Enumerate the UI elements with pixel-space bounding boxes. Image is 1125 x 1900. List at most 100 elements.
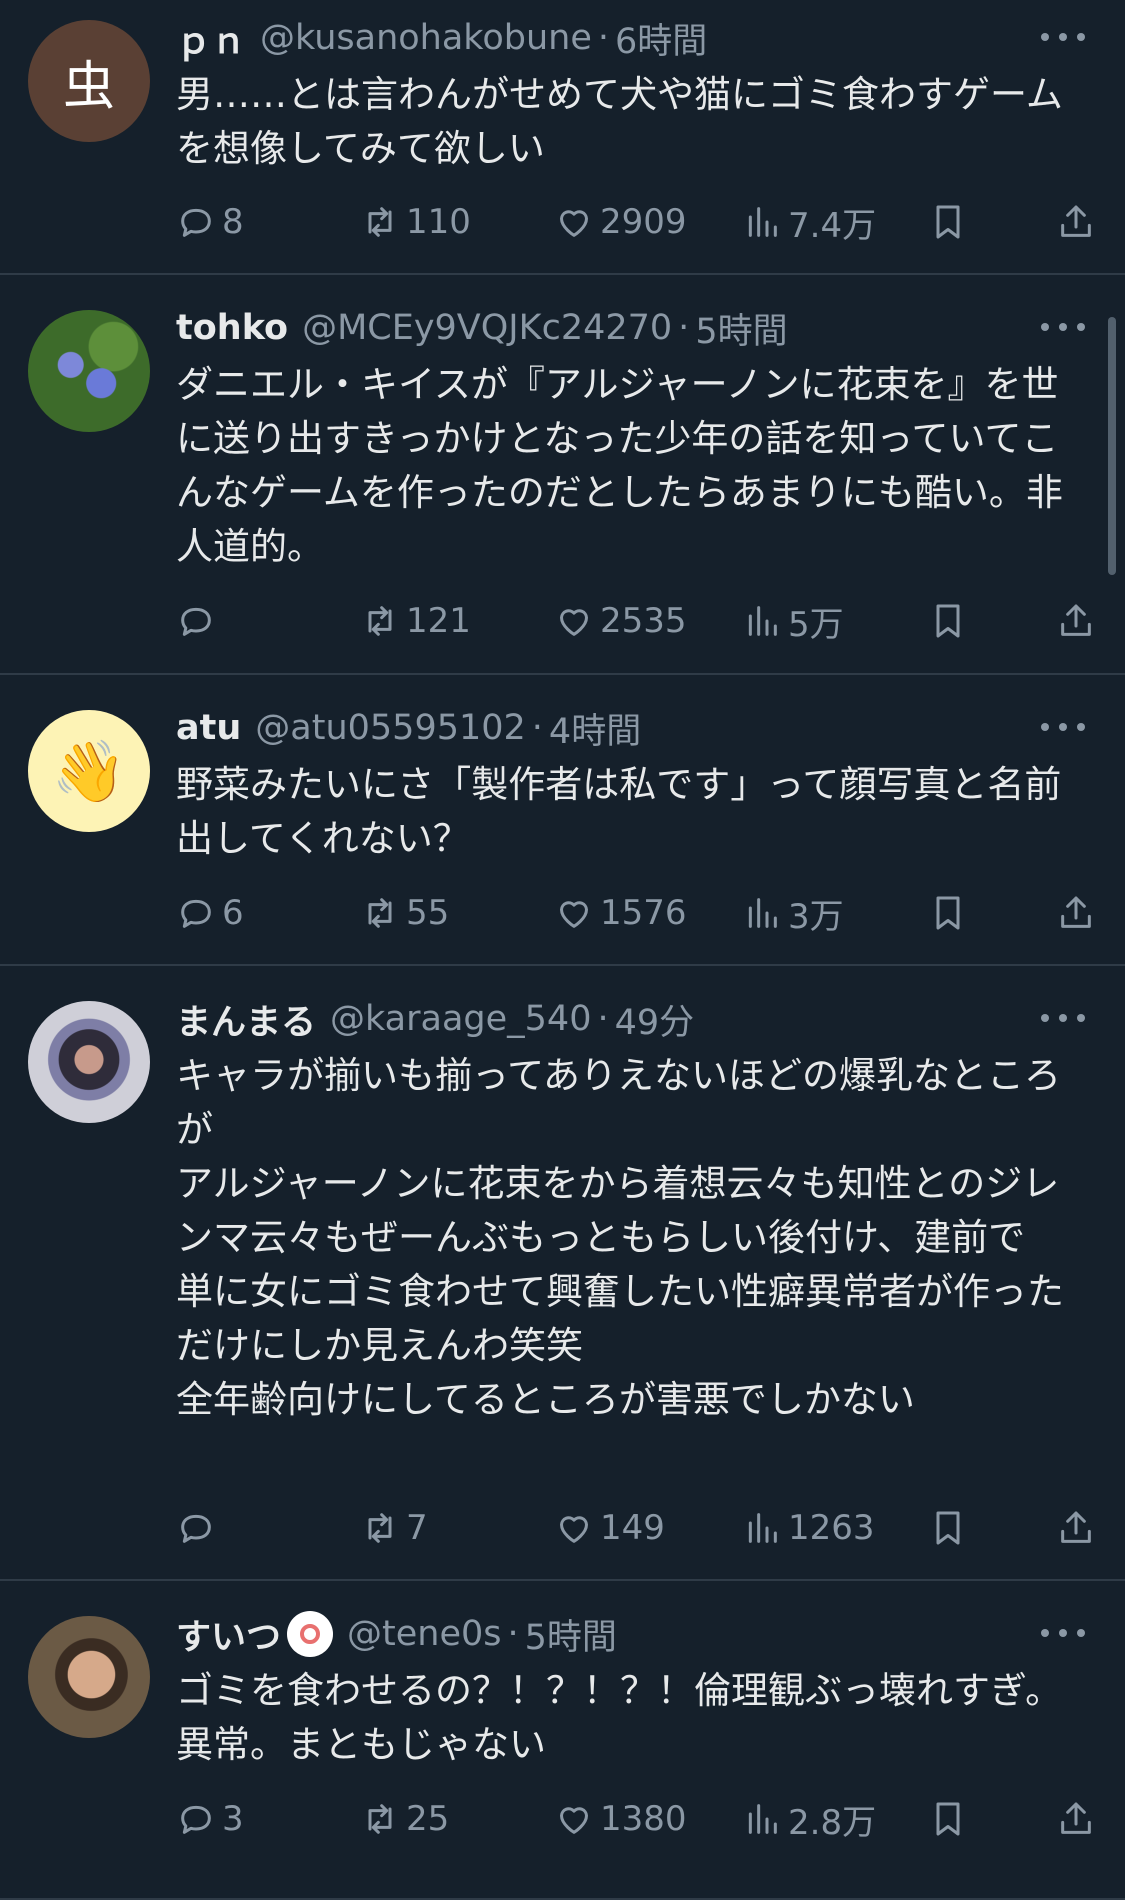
display-name[interactable]: tohko [176, 308, 288, 348]
tweet-header: tohko @MCEy9VQJKc24270 · 5時間 [176, 302, 1095, 354]
bookmark-icon [936, 896, 960, 930]
avatar[interactable] [28, 310, 150, 432]
views-button[interactable]: 7.4万 [742, 197, 876, 247]
timestamp[interactable]: 5時間 [695, 303, 787, 354]
views-icon [748, 606, 777, 636]
tweet-text: ゴミを食わせるの？！？！？！倫理観ぶっ壊れすぎ。異常。まともじゃない [176, 1669, 1063, 1766]
avatar[interactable] [28, 1616, 150, 1738]
user-handle[interactable]: @atu05595102 [255, 708, 526, 748]
bookmark-button[interactable] [928, 1503, 974, 1553]
avatar[interactable]: 虫 [28, 20, 150, 142]
display-name[interactable]: すいつ [176, 1609, 281, 1660]
reply-button[interactable]: 8 [176, 197, 244, 247]
display-name[interactable]: ｐｎ [176, 13, 246, 64]
separator: · [678, 308, 690, 348]
reply-button[interactable] [176, 596, 222, 646]
more-icon[interactable] [1041, 22, 1085, 52]
more-icon[interactable] [1041, 1003, 1085, 1033]
tweet-text: 男……とは言わんがせめて犬や猫にゴミ食わすゲームを想像してみて欲しい [176, 73, 1063, 170]
tweet-text: キャラが揃いも揃ってありえないほどの爆乳なところが アルジャーノンに花束をから着… [176, 1054, 1064, 1421]
timestamp[interactable]: 5時間 [525, 1609, 617, 1660]
repost-icon [368, 898, 392, 928]
views-button[interactable]: 5万 [742, 596, 844, 646]
share-icon [1061, 1802, 1091, 1834]
share-button[interactable] [1056, 197, 1102, 247]
tweet-actions: 121 2535 5万 [176, 596, 1096, 646]
share-button[interactable] [1056, 1794, 1102, 1844]
more-icon[interactable] [1041, 712, 1085, 742]
avatar[interactable] [28, 1001, 150, 1123]
repost-button[interactable]: 55 [360, 888, 449, 938]
share-button[interactable] [1056, 596, 1102, 646]
bookmark-button[interactable] [928, 197, 974, 247]
like-button[interactable]: 1380 [554, 1794, 687, 1844]
heart-icon [560, 210, 588, 237]
repost-icon [368, 207, 392, 237]
repost-button[interactable]: 110 [360, 197, 471, 247]
reply-icon [181, 607, 211, 636]
views-count: 2.8万 [788, 1802, 877, 1843]
heart-icon [560, 1516, 588, 1543]
tweet-header: すいつ @tene0s · 5時間 [176, 1608, 1095, 1660]
separator: · [597, 999, 609, 1039]
avatar-glyph: 👋 [51, 736, 127, 807]
more-icon[interactable] [1041, 312, 1085, 342]
tweet-header: atu @atu05595102 · 4時間 [176, 702, 1095, 754]
display-name[interactable]: まんまる [176, 994, 316, 1045]
user-handle[interactable]: @kusanohakobune [260, 18, 592, 58]
tweet[interactable]: まんまる @karaage_540 · 49分 キャラが揃いも揃ってありえないほ… [0, 966, 1125, 1581]
reply-button[interactable] [176, 1503, 222, 1553]
like-count: 1576 [600, 893, 687, 933]
repost-count: 7 [406, 1508, 428, 1548]
like-button[interactable]: 149 [554, 1503, 665, 1553]
views-count: 7.4万 [788, 205, 877, 246]
user-handle[interactable]: @MCEy9VQJKc24270 [302, 308, 672, 348]
timestamp[interactable]: 6時間 [615, 13, 707, 64]
reply-count: 3 [222, 1799, 244, 1839]
scrollbar[interactable] [1108, 317, 1116, 575]
repost-count: 110 [406, 202, 471, 242]
user-handle[interactable]: @karaage_540 [330, 999, 591, 1039]
tweet-header: まんまる @karaage_540 · 49分 [176, 993, 1095, 1045]
timestamp[interactable]: 4時間 [549, 703, 641, 754]
repost-button[interactable]: 7 [360, 1503, 428, 1553]
repost-button[interactable]: 121 [360, 596, 471, 646]
reply-button[interactable]: 6 [176, 888, 244, 938]
timestamp[interactable]: 49分 [615, 994, 695, 1045]
views-button[interactable]: 2.8万 [742, 1794, 876, 1844]
views-icon [748, 1513, 777, 1543]
bookmark-icon [936, 1511, 960, 1545]
reply-icon [181, 1805, 211, 1834]
views-icon [748, 1804, 777, 1834]
views-count: 1263 [788, 1508, 875, 1548]
views-button[interactable]: 3万 [742, 888, 844, 938]
bookmark-button[interactable] [928, 596, 974, 646]
more-icon[interactable] [1041, 1618, 1085, 1648]
like-button[interactable]: 2909 [554, 197, 687, 247]
tweet[interactable]: tohko @MCEy9VQJKc24270 · 5時間 ダニエル・キイスが『ア… [0, 275, 1125, 675]
tweet[interactable]: すいつ @tene0s · 5時間 ゴミを食わせるの？！？！？！倫理観ぶっ壊れす… [0, 1581, 1125, 1900]
display-name[interactable]: atu [176, 708, 241, 748]
avatar[interactable]: 👋 [28, 710, 150, 832]
tweet-actions: 7 149 1263 [176, 1503, 1096, 1553]
tweet[interactable]: 虫 ｐｎ @kusanohakobune · 6時間 男……とは言わんがせめて犬… [0, 0, 1125, 275]
like-button[interactable]: 2535 [554, 596, 687, 646]
bookmark-button[interactable] [928, 1794, 974, 1844]
user-handle[interactable]: @tene0s [347, 1614, 501, 1654]
tweet-header: ｐｎ @kusanohakobune · 6時間 [176, 12, 1095, 64]
repost-button[interactable]: 25 [360, 1794, 449, 1844]
reply-button[interactable]: 3 [176, 1794, 244, 1844]
like-button[interactable]: 1576 [554, 888, 687, 938]
tweet[interactable]: 👋 atu @atu05595102 · 4時間 野菜みたいにさ「製作者は私です… [0, 675, 1125, 966]
bookmark-icon [936, 604, 960, 638]
naruto-emoji-icon [287, 1611, 334, 1657]
bookmark-button[interactable] [928, 888, 974, 938]
tweet-text: 野菜みたいにさ「製作者は私です」って顔写真と名前出してくれない？ [176, 763, 1062, 860]
like-count: 149 [600, 1508, 665, 1548]
share-button[interactable] [1056, 888, 1102, 938]
heart-icon [560, 609, 588, 636]
share-button[interactable] [1056, 1503, 1102, 1553]
views-button[interactable]: 1263 [742, 1503, 875, 1553]
share-icon [1061, 205, 1091, 237]
like-count: 2909 [600, 202, 687, 242]
